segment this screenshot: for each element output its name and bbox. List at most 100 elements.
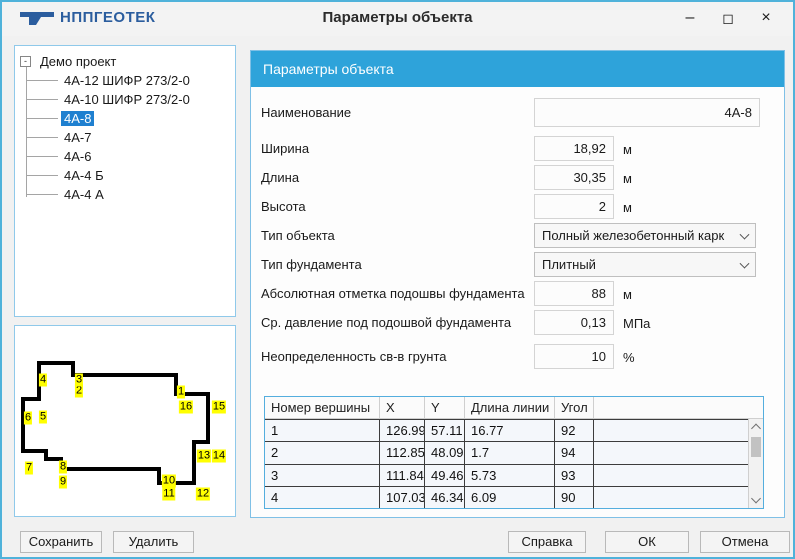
delete-button[interactable]: Удалить <box>113 531 194 553</box>
table-cell[interactable]: 6.09 <box>465 487 555 508</box>
field-label: Тип объекта <box>261 229 335 242</box>
tree-item-label[interactable]: 4А-4 Б <box>61 168 107 183</box>
vertex-label: 4 <box>39 374 47 387</box>
scrollbar-thumb[interactable] <box>751 437 761 457</box>
vertex-label: 1 <box>177 386 185 399</box>
tree-root-node[interactable]: - Демо проект <box>20 52 116 71</box>
text-input[interactable]: 0,13 <box>534 310 614 335</box>
table-scrollbar[interactable] <box>748 419 763 508</box>
dropdown-select[interactable]: Полный железобетонный карк <box>534 223 756 248</box>
field-label: Ср. давление под подошвой фундамента <box>261 316 511 329</box>
field-label: Тип фундамента <box>261 258 362 271</box>
tree-items: 4А-12 ШИФР 273/2-0 4А-10 ШИФР 273/2-0 4А-8… <box>15 71 235 204</box>
project-tree-panel: - Демо проект 4А-12 ШИФР 273/2-0 4А-10 ШИ… <box>14 45 236 317</box>
table-cell[interactable]: 16.77 <box>465 420 555 441</box>
unit-label: м <box>623 171 632 186</box>
table-column-header[interactable]: Угол <box>555 397 594 418</box>
table-column-header[interactable]: Y <box>425 397 465 418</box>
table-cell[interactable]: 1.7 <box>465 442 555 463</box>
table-row[interactable]: 3111.8449.465.7393 <box>265 464 748 486</box>
table-row[interactable]: 1126.9957.1116.7792 <box>265 419 748 441</box>
tree-item-label[interactable]: 4А-12 ШИФР 273/2-0 <box>61 73 193 88</box>
table-cell[interactable]: 4 <box>265 487 380 508</box>
vertex-label: 12 <box>196 488 210 501</box>
chevron-down-icon[interactable] <box>740 229 750 239</box>
scroll-down-icon[interactable] <box>751 494 761 504</box>
table-column-header[interactable]: Длина линии <box>465 397 555 418</box>
vertices-table-body: 1126.9957.1116.77922112.8548.091.7943111… <box>265 419 748 508</box>
window-controls: – ◻ × <box>671 4 785 32</box>
vertex-label: 13 <box>197 450 211 463</box>
dialog-window: НППГЕОТЕК Параметры объекта – ◻ × - Демо… <box>0 0 795 559</box>
table-cell[interactable]: 46.34 <box>425 487 465 508</box>
vertex-label: 3 <box>75 374 83 387</box>
table-cell[interactable]: 107.03 <box>380 487 425 508</box>
table-cell[interactable]: 1 <box>265 420 380 441</box>
text-input[interactable]: 10 <box>534 344 614 369</box>
tree-item[interactable]: 4А-7 <box>15 128 235 147</box>
table-cell[interactable]: 94 <box>555 442 594 463</box>
tree-item-label[interactable]: 4А-7 <box>61 130 94 145</box>
vertex-label: 15 <box>212 401 226 414</box>
vertex-label: 7 <box>25 462 33 475</box>
vertex-label: 9 <box>59 476 67 489</box>
vertex-label: 6 <box>24 412 32 425</box>
maximize-icon[interactable]: ◻ <box>709 4 747 32</box>
save-button[interactable]: Сохранить <box>20 531 102 553</box>
table-cell[interactable]: 111.84 <box>380 465 425 486</box>
dropdown-select[interactable]: Плитный <box>534 252 756 277</box>
table-cell[interactable]: 49.46 <box>425 465 465 486</box>
text-input[interactable]: 2 <box>534 194 614 219</box>
table-cell[interactable]: 112.85 <box>380 442 425 463</box>
ok-button[interactable]: ОК <box>605 531 689 553</box>
field-label: Высота <box>261 200 306 213</box>
table-cell[interactable]: 57.11 <box>425 420 465 441</box>
table-cell[interactable]: 48.09 <box>425 442 465 463</box>
text-input[interactable]: 88 <box>534 281 614 306</box>
table-cell[interactable]: 92 <box>555 420 594 441</box>
text-input[interactable]: 30,35 <box>534 165 614 190</box>
field-label: Длина <box>261 171 299 184</box>
tree-root-label[interactable]: Демо проект <box>40 54 116 69</box>
table-column-header[interactable]: X <box>380 397 425 418</box>
field-label: Наименование <box>261 106 351 119</box>
field-label: Неопределенность св-в грунта <box>261 350 447 363</box>
table-cell[interactable]: 2 <box>265 442 380 463</box>
vertices-table-header: Номер вершиныXYДлина линииУгол <box>265 397 763 419</box>
table-row[interactable]: 4107.0346.346.0990 <box>265 486 748 508</box>
chevron-down-icon[interactable] <box>740 258 750 268</box>
table-column-header[interactable]: Номер вершины <box>265 397 380 418</box>
tree-collapse-icon[interactable]: - <box>20 56 31 67</box>
table-column-header[interactable] <box>594 397 763 418</box>
table-cell[interactable]: 3 <box>265 465 380 486</box>
text-input[interactable]: 18,92 <box>534 136 614 161</box>
field-label: Абсолютная отметка подошвы фундамента <box>261 287 525 300</box>
tree-item[interactable]: 4А-12 ШИФР 273/2-0 <box>15 71 235 90</box>
tree-item-label[interactable]: 4А-6 <box>61 149 94 164</box>
footprint-preview-panel: 12345678910111213141516 <box>14 325 236 517</box>
table-cell[interactable]: 5.73 <box>465 465 555 486</box>
table-cell[interactable] <box>594 442 748 463</box>
cancel-button[interactable]: Отмена <box>700 531 790 553</box>
help-button[interactable]: Справка <box>508 531 586 553</box>
table-cell[interactable] <box>594 487 748 508</box>
close-icon[interactable]: × <box>747 4 785 32</box>
table-row[interactable]: 2112.8548.091.794 <box>265 441 748 463</box>
table-cell[interactable] <box>594 465 748 486</box>
tree-item[interactable]: 4А-10 ШИФР 273/2-0 <box>15 90 235 109</box>
tree-item-label[interactable]: 4А-10 ШИФР 273/2-0 <box>61 92 193 107</box>
tree-item-label[interactable]: 4А-8 <box>61 111 94 126</box>
text-input[interactable]: 4А-8 <box>534 98 760 127</box>
table-cell[interactable]: 90 <box>555 487 594 508</box>
tree-item[interactable]: 4А-8 <box>15 109 235 128</box>
table-cell[interactable] <box>594 420 748 441</box>
tree-item[interactable]: 4А-4 Б <box>15 166 235 185</box>
scroll-up-icon[interactable] <box>751 424 761 434</box>
tree-item[interactable]: 4А-4 А <box>15 185 235 204</box>
minimize-icon[interactable]: – <box>671 4 709 32</box>
tree-item-label[interactable]: 4А-4 А <box>61 187 107 202</box>
table-cell[interactable]: 126.99 <box>380 420 425 441</box>
footprint-polygon <box>23 363 208 483</box>
table-cell[interactable]: 93 <box>555 465 594 486</box>
tree-item[interactable]: 4А-6 <box>15 147 235 166</box>
